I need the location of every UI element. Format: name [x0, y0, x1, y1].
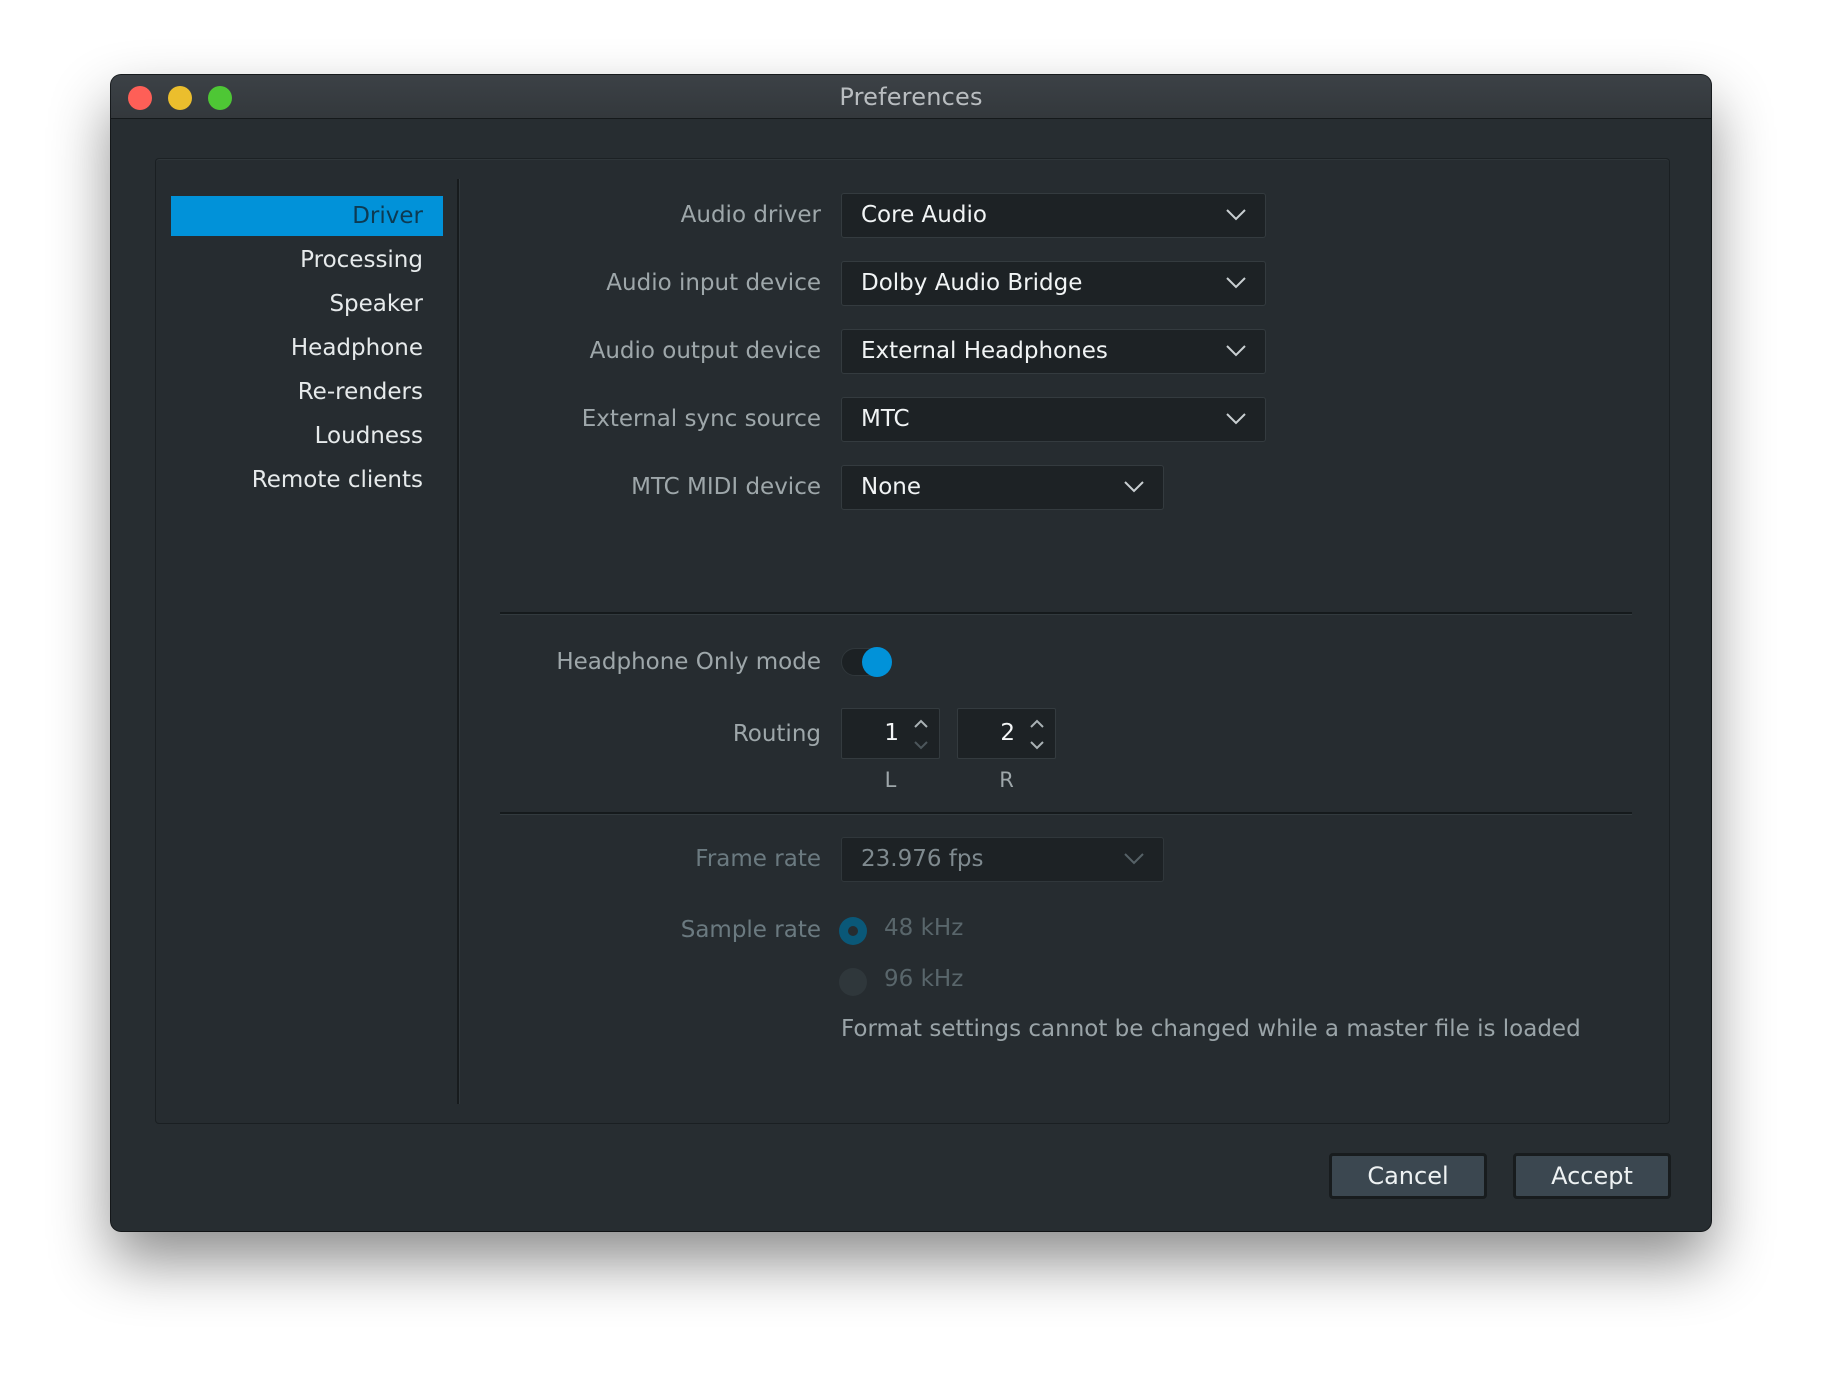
title-bar[interactable]: Preferences [111, 75, 1711, 119]
frame-rate-value: 23.976 fps [861, 846, 984, 872]
sidebar-item-loudness[interactable]: Loudness [171, 416, 443, 456]
settings-panel: Driver Processing Speaker Headphone Re-r… [155, 158, 1670, 1124]
cancel-button[interactable]: Cancel [1329, 1153, 1487, 1199]
sidebar-item-processing[interactable]: Processing [171, 240, 443, 280]
chevron-down-icon [1124, 481, 1144, 493]
format-settings-note: Format settings cannot be changed while … [841, 1016, 1581, 1042]
audio-output-label: Audio output device [589, 338, 821, 364]
headphone-only-toggle[interactable] [841, 647, 892, 677]
routing-right-value: 2 [1000, 720, 1015, 746]
chevron-down-icon [1226, 209, 1246, 221]
chevron-down-icon [1226, 277, 1246, 289]
audio-output-value: External Headphones [861, 338, 1108, 364]
sample-rate-48-radio[interactable] [839, 917, 867, 945]
sample-rate-label: Sample rate [680, 917, 821, 943]
sample-rate-96-radio[interactable] [839, 968, 867, 996]
chevron-up-icon[interactable] [1029, 719, 1045, 729]
sidebar: Driver Processing Speaker Headphone Re-r… [156, 159, 458, 1123]
audio-input-dropdown[interactable]: Dolby Audio Bridge [841, 261, 1266, 306]
routing-right-caption: R [999, 768, 1014, 792]
sample-rate-48-label: 48 kHz [884, 915, 964, 941]
sync-source-label: External sync source [581, 406, 821, 432]
routing-left-value: 1 [884, 720, 899, 746]
routing-right-spinbox[interactable]: 2 [957, 708, 1056, 759]
toggle-knob [862, 647, 892, 677]
chevron-up-icon[interactable] [913, 719, 929, 729]
routing-label: Routing [732, 721, 821, 747]
sync-source-dropdown[interactable]: MTC [841, 397, 1266, 442]
preferences-window: Preferences Driver Processing Speaker He… [111, 75, 1711, 1231]
section-divider [500, 812, 1632, 815]
audio-driver-value: Core Audio [861, 202, 987, 228]
sidebar-item-speaker[interactable]: Speaker [171, 284, 443, 324]
frame-rate-dropdown[interactable]: 23.976 fps [841, 837, 1164, 882]
routing-left-spinbox[interactable]: 1 [841, 708, 940, 759]
chevron-down-icon[interactable] [913, 740, 929, 750]
sidebar-divider [457, 179, 460, 1104]
accept-button[interactable]: Accept [1513, 1153, 1671, 1199]
chevron-down-icon [1226, 413, 1246, 425]
audio-driver-label: Audio driver [680, 202, 821, 228]
mtc-midi-dropdown[interactable]: None [841, 465, 1164, 510]
chevron-down-icon[interactable] [1029, 740, 1045, 750]
mtc-midi-value: None [861, 474, 922, 500]
sample-rate-96-label: 96 kHz [884, 966, 964, 992]
routing-left-caption: L [884, 768, 897, 792]
chevron-down-icon [1124, 853, 1144, 865]
sidebar-item-driver[interactable]: Driver [171, 196, 443, 236]
audio-input-value: Dolby Audio Bridge [861, 270, 1083, 296]
sidebar-item-remote-clients[interactable]: Remote clients [171, 460, 443, 500]
frame-rate-label: Frame rate [695, 846, 821, 872]
chevron-down-icon [1226, 345, 1246, 357]
window-title: Preferences [839, 83, 983, 111]
sidebar-item-headphone[interactable]: Headphone [171, 328, 443, 368]
sidebar-item-re-renders[interactable]: Re-renders [171, 372, 443, 412]
audio-output-dropdown[interactable]: External Headphones [841, 329, 1266, 374]
sync-source-value: MTC [861, 406, 910, 432]
audio-input-label: Audio input device [606, 270, 821, 296]
section-divider [500, 612, 1632, 615]
mtc-midi-label: MTC MIDI device [631, 474, 821, 500]
audio-driver-dropdown[interactable]: Core Audio [841, 193, 1266, 238]
headphone-only-label: Headphone Only mode [556, 649, 821, 675]
